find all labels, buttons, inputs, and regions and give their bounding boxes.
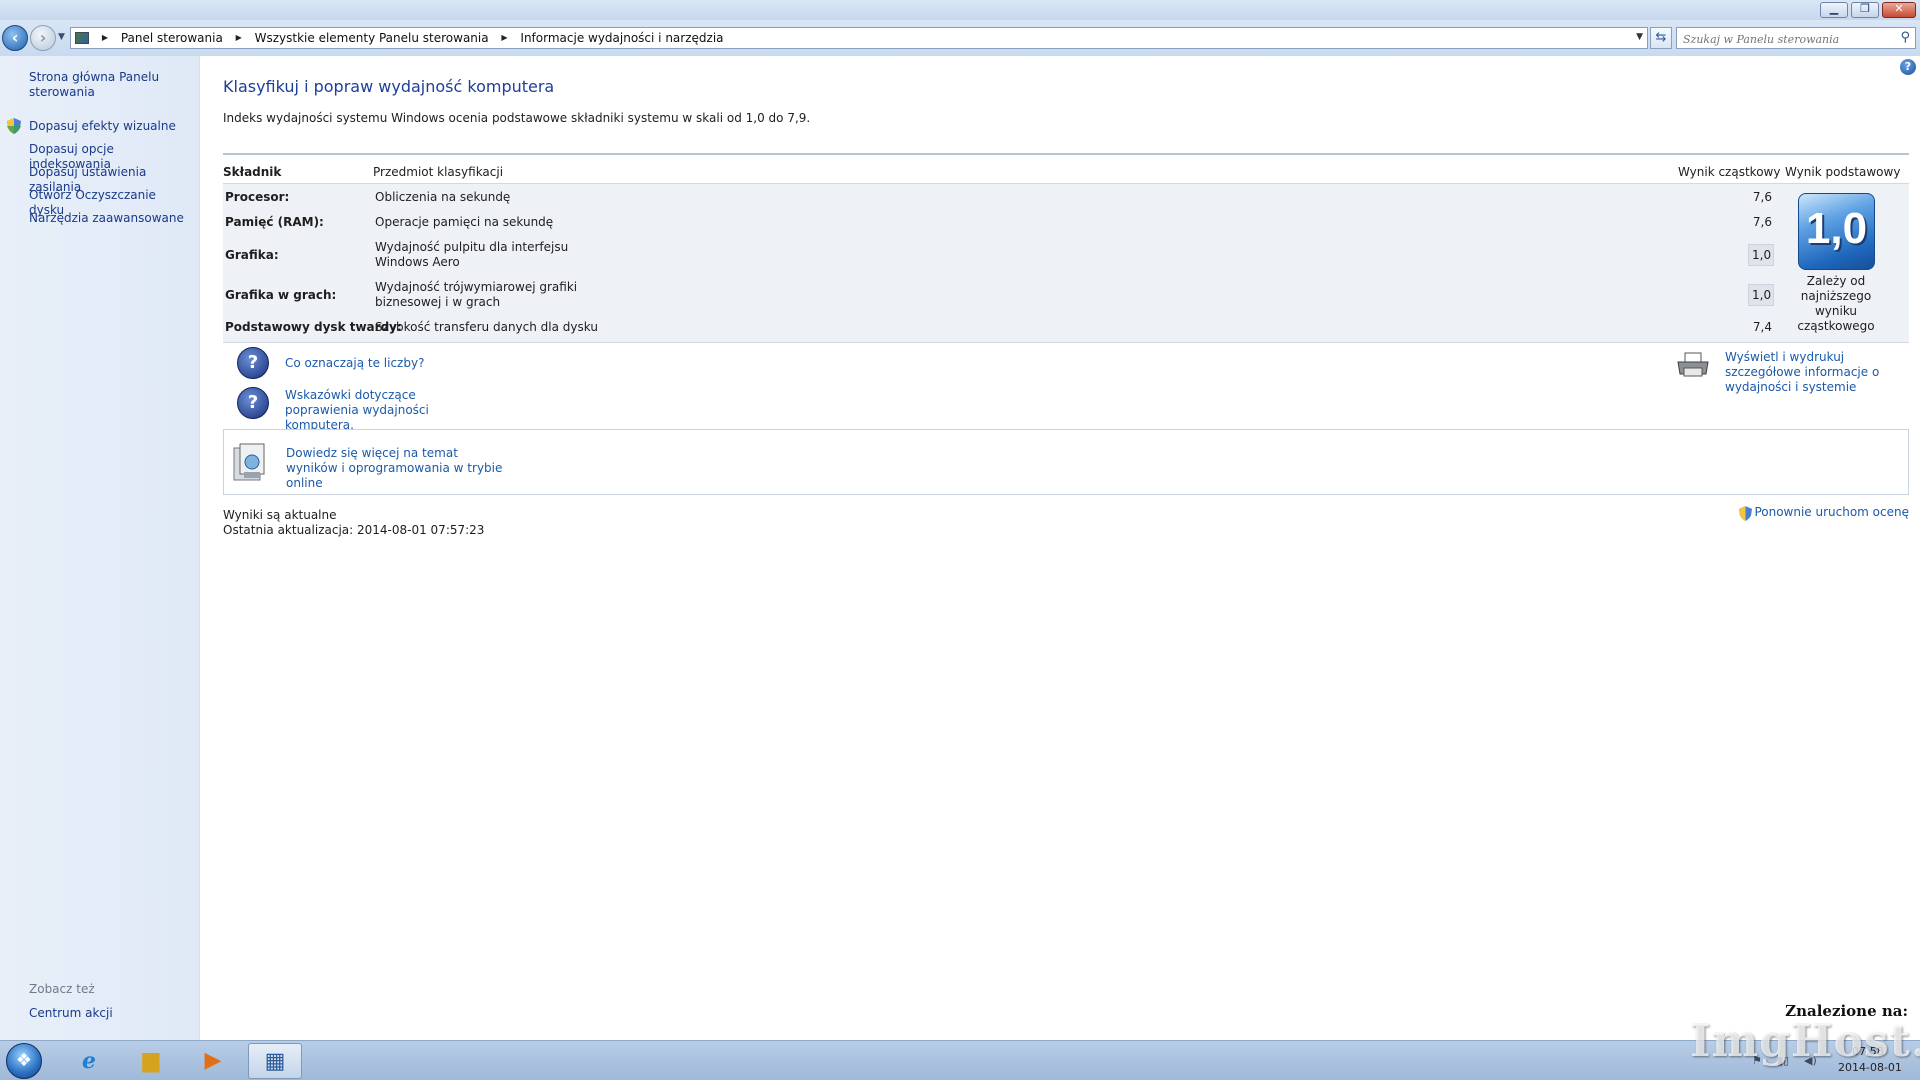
component-subject: Wydajność pulpitu dla interfejsu Windows… [375, 240, 569, 269]
arrow-right-icon: › [39, 28, 47, 47]
see-also-heading: Zobacz też [29, 982, 95, 996]
search-icon[interactable]: ⚲ [1900, 30, 1910, 45]
navigation-bar: ‹ › ▼ ▶ Panel sterowania ▶ Wszystkie ele… [0, 20, 1920, 56]
what-numbers-mean-link[interactable]: Co oznaczają te liczby? [285, 356, 424, 371]
base-score-badge: 1,0 [1798, 193, 1875, 270]
breadcrumb-item[interactable]: Informacje wydajności i narzędzia [520, 31, 723, 45]
close-icon: ✕ [1894, 2, 1904, 15]
refresh-button[interactable]: ⇆ [1650, 27, 1672, 49]
component-name: Grafika w grach: [225, 288, 337, 302]
subscore-value: 1,0 [1748, 284, 1774, 306]
folder-icon: ▆ [142, 1048, 160, 1073]
see-also-action-center-link[interactable]: Centrum akcji [29, 1006, 113, 1020]
learn-more-online-link[interactable]: Dowiedz się więcej na temat wyników i op… [286, 446, 506, 491]
base-score-value: 1,0 [1805, 204, 1868, 253]
header-base-score: Wynik podstawowy [1785, 165, 1901, 179]
print-details-link[interactable]: Wyświetl i wydrukuj szczegółowe informac… [1725, 350, 1915, 395]
printer-icon [1677, 352, 1709, 377]
refresh-icon: ⇆ [1655, 30, 1667, 45]
rerun-assessment-wrapper: Ponownie uruchom ocenę [1739, 505, 1909, 521]
software-online-icon [233, 443, 265, 481]
breadcrumb: ▶ Panel sterowania ▶ Wszystkie elementy … [75, 31, 724, 45]
component-subject: Szybkość transferu danych dla dysku [375, 320, 598, 334]
back-button[interactable]: ‹ [2, 25, 28, 51]
internet-explorer-icon: e [82, 1048, 96, 1074]
performance-tips-link[interactable]: Wskazówki dotyczące poprawienia wydajnoś… [285, 388, 485, 433]
address-bar[interactable]: ▶ Panel sterowania ▶ Wszystkie elementy … [70, 27, 1648, 49]
component-subject: Obliczenia na sekundę [375, 190, 511, 204]
breadcrumb-item[interactable]: Panel sterowania [121, 31, 223, 45]
minimize-icon: ▁ [1829, 2, 1839, 15]
header-subject: Przedmiot klasyfikacji [373, 165, 504, 179]
control-panel-icon [75, 32, 89, 44]
uac-shield-icon [7, 118, 21, 134]
taskbar-control-panel[interactable]: ▦ [248, 1043, 302, 1079]
status-text: Wyniki są aktualne [223, 508, 337, 522]
start-button[interactable]: ❖ [6, 1043, 42, 1079]
window-titlebar: ▁ ❐ ✕ [0, 0, 1920, 20]
watermark-logo: ImgHost.pl [1690, 1016, 1920, 1067]
uac-shield-icon [1739, 506, 1753, 521]
breadcrumb-separator-icon[interactable]: ▶ [501, 33, 507, 42]
question-icon: ? [237, 387, 269, 419]
minimize-button[interactable]: ▁ [1820, 2, 1848, 18]
maximize-icon: ❐ [1860, 2, 1870, 15]
header-component: Składnik [223, 165, 282, 179]
close-button[interactable]: ✕ [1882, 2, 1916, 18]
page-description: Indeks wydajności systemu Windows ocenia… [223, 111, 811, 125]
taskbar-internet-explorer[interactable]: e [62, 1043, 116, 1079]
breadcrumb-separator-icon[interactable]: ▶ [236, 33, 242, 42]
subscore-value: 7,4 [1752, 320, 1772, 334]
taskbar-explorer[interactable]: ▆ [124, 1043, 178, 1079]
header-subscore: Wynik cząstkowy [1678, 165, 1781, 179]
subscore-value: 1,0 [1748, 244, 1774, 266]
component-subject: Wydajność trójwymiarowej grafiki bizneso… [375, 280, 578, 309]
score-table: Składnik Przedmiot klasyfikacji Wynik cz… [223, 153, 1909, 398]
control-panel-icon: ▦ [264, 1049, 286, 1074]
subscore-value: 7,6 [1752, 190, 1772, 204]
maximize-button[interactable]: ❐ [1851, 2, 1879, 18]
address-history-dropdown[interactable]: ▼ [1636, 32, 1643, 42]
breadcrumb-item[interactable]: Wszystkie elementy Panelu sterowania [255, 31, 489, 45]
forward-button[interactable]: › [30, 25, 56, 51]
rerun-assessment-link[interactable]: Ponownie uruchom ocenę [1754, 505, 1909, 519]
breadcrumb-separator-icon[interactable]: ▶ [102, 33, 108, 42]
windows-logo-icon: ❖ [15, 1050, 33, 1071]
taskbar: ❖ e ▆ ▶ ▦ ⚑ ▮▯ ◀) 07:58 2014-08-01 [0, 1040, 1920, 1080]
base-score-note: Zależy od najniższego wyniku cząstkowego [1797, 274, 1875, 333]
task-link-visual-effects[interactable]: Dopasuj efekty wizualne [29, 119, 194, 134]
control-panel-home-link[interactable]: Strona główna Panelu sterowania [29, 70, 194, 100]
component-name: Pamięć (RAM): [225, 215, 324, 229]
taskbar-media-player[interactable]: ▶ [186, 1043, 240, 1079]
left-task-pane: Strona główna Panelu sterowania Dopasuj … [0, 56, 200, 1040]
table-body: Procesor: Obliczenia na sekundę 7,6 Pami… [223, 183, 1909, 343]
task-link-advanced-tools[interactable]: Narzędzia zaawansowane [29, 211, 194, 226]
component-name: Grafika: [225, 248, 279, 262]
online-info-box: Dowiedz się więcej na temat wyników i op… [223, 429, 1909, 495]
search-input[interactable] [1681, 30, 1891, 48]
table-divider [223, 153, 1909, 155]
last-update-text: Ostatnia aktualizacja: 2014-08-01 07:57:… [223, 523, 485, 537]
arrow-left-icon: ‹ [11, 28, 19, 47]
main-content: ? Klasyfikuj i popraw wydajność komputer… [200, 56, 1920, 1040]
page-title: Klasyfikuj i popraw wydajność komputera [223, 77, 555, 96]
help-icon[interactable]: ? [1900, 59, 1916, 75]
search-box[interactable]: ⚲ [1676, 27, 1916, 49]
base-score-panel: 1,0 Zależy od najniższego wyniku cząstko… [1783, 184, 1909, 342]
component-name: Procesor: [225, 190, 290, 204]
question-icon: ? [237, 347, 269, 379]
component-subject: Operacje pamięci na sekundę [375, 215, 554, 229]
subscore-value: 7,6 [1752, 215, 1772, 229]
media-player-icon: ▶ [204, 1048, 222, 1073]
recent-pages-dropdown[interactable]: ▼ [58, 32, 65, 42]
